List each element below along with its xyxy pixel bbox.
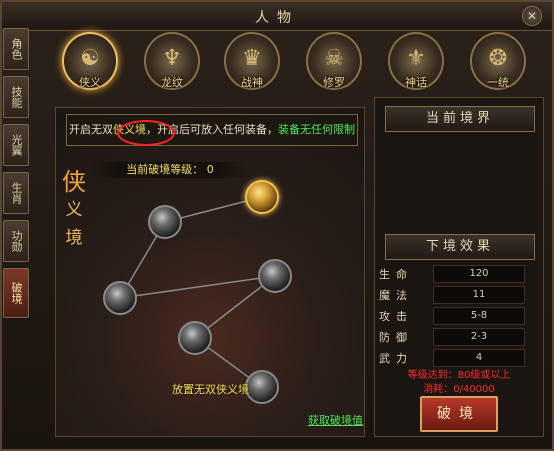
stat-label: 生命 [379,267,413,281]
stat-value: 11 [433,285,525,304]
side-tab-zodiac[interactable]: 生肖 [3,172,29,214]
dragon-icon: ♆ [162,46,182,71]
realm-tabs: ☯ 侠义 ♆ 龙纹 ♛ 战神 ☠ 修罗 ⚜ 神话 ❂ 一统 [62,32,542,94]
side-tab-wings[interactable]: 光翼 [3,124,29,166]
node-6[interactable] [245,370,279,404]
node-2[interactable] [148,205,182,239]
node-3[interactable] [258,259,292,293]
tab-yitong[interactable]: ❂ 一统 [470,32,526,90]
tab-xiayi[interactable]: ☯ 侠义 [62,32,118,90]
node-4[interactable] [103,281,137,315]
requirement-cost: 消耗：0/40000 [423,384,495,395]
stat-label: 武力 [379,351,413,365]
stat-value: 120 [433,264,525,283]
info-link[interactable]: 侠义境 [113,123,146,136]
realm-title-3: 境 [65,228,83,248]
level-text: 当前破境等级： [126,163,204,176]
stat-label: 魔法 [379,288,413,302]
info-bar: 开启无双侠义境，开启后可放入任何装备，装备无任何限制 [66,114,358,146]
close-icon[interactable]: ✕ [522,6,542,26]
warrior-icon: ♛ [242,46,262,71]
realm-title: 侠 义 境 [62,168,86,252]
info-pre: 开启无双 [69,123,113,136]
myth-icon: ⚜ [406,46,426,71]
level-value: 0 [206,163,214,176]
tab-xiuluo[interactable]: ☠ 修罗 [306,32,362,90]
stat-value: 4 [433,348,525,367]
next-effect-header: 下境效果 [385,234,535,260]
stat-row: 武力 4 [379,348,541,367]
side-tab-role[interactable]: 角色 [3,28,29,70]
stat-label: 攻击 [379,309,413,323]
side-tab-breakthrough[interactable]: 破境 [3,268,29,318]
tab-zhanshen[interactable]: ♛ 战神 [224,32,280,90]
window-title: 人物 [255,10,299,26]
node-label: 放置无双侠义境 [172,383,249,396]
tab-shenhua[interactable]: ⚜ 神话 [388,32,444,90]
get-breakthrough-link[interactable]: 获取破境值 [308,412,363,428]
stat-row: 魔法 11 [379,285,541,304]
side-tab-merit[interactable]: 功勋 [3,220,29,262]
stat-label: 防御 [379,330,413,344]
title-bar: 人物 ✕ [2,2,552,31]
node-5[interactable] [178,321,212,355]
stat-row: 攻击 5-8 [379,306,541,325]
unify-icon: ❂ [488,46,508,71]
side-tabs: 角色 技能 光翼 生肖 功勋 破境 [3,28,31,324]
demon-icon: ☠ [324,46,344,71]
effects-panel: 当前境界 下境效果 生命 120 魔法 11 攻击 5-8 防御 2-3 武力 4 等级达… [374,97,544,437]
stat-row: 防御 2-3 [379,327,541,346]
side-tab-skills[interactable]: 技能 [3,76,29,118]
realm-title-2: 义 [65,200,83,220]
current-effect-header: 当前境界 [385,106,535,132]
level-bar: 当前破境等级： 0 [90,162,250,178]
realm-title-1: 侠 [62,168,86,196]
stat-row: 生命 120 [379,264,541,283]
stat-value: 5-8 [433,306,525,325]
info-mid: ，开启后可放入任何装备， [146,123,278,136]
monk-icon: ☯ [80,46,100,71]
stat-value: 2-3 [433,327,525,346]
requirement-level: 等级达到：80级或以上 [407,370,511,381]
stats-list: 生命 120 魔法 11 攻击 5-8 防御 2-3 武力 4 [379,264,541,369]
breakthrough-button[interactable]: 破境 [420,396,498,432]
node-1[interactable] [245,180,279,214]
info-tail: 装备无任何限制 [278,123,355,136]
tab-longwen[interactable]: ♆ 龙纹 [144,32,200,90]
